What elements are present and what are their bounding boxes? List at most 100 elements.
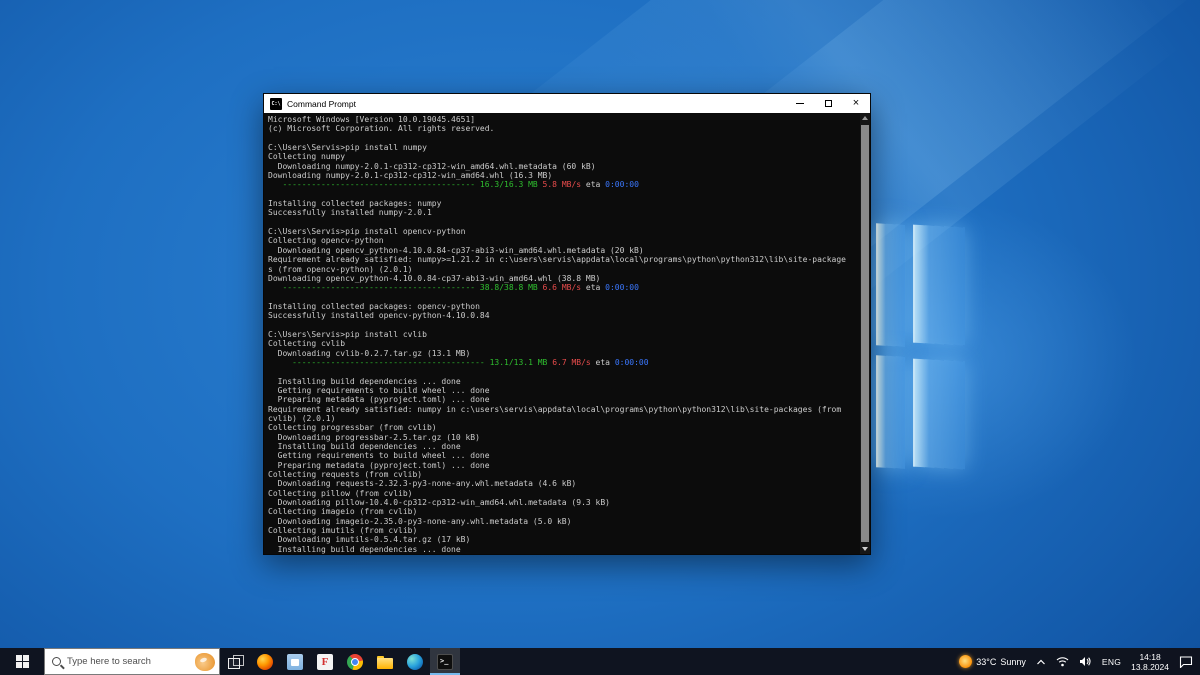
taskbar-search-box[interactable]: [44, 648, 220, 675]
console-line: Collecting requests (from cvlib): [268, 470, 423, 480]
console-line: Getting requirements to build wheel ... …: [268, 451, 490, 461]
weather-widget[interactable]: 33°C Sunny: [954, 648, 1031, 675]
taskbar-button-command-prompt[interactable]: [430, 648, 460, 675]
console-area[interactable]: Microsoft Windows [Version 10.0.19045.46…: [264, 113, 870, 554]
title-bar[interactable]: Command Prompt ×: [264, 94, 870, 113]
console-line: Requirement already satisfied: numpy>=1.…: [268, 255, 846, 265]
console-line: Downloading requests-2.32.3-py3-none-any…: [268, 479, 577, 489]
network-button[interactable]: [1051, 648, 1074, 675]
console-line: ----------------------------------------…: [292, 357, 649, 367]
console-line: Downloading opencv_python-4.10.0.84-cp37…: [268, 273, 601, 283]
sun-icon: [959, 655, 973, 668]
language-indicator[interactable]: ENG: [1097, 648, 1126, 675]
logo-pane: [876, 223, 905, 347]
console-line: Collecting pillow (from cvlib): [268, 488, 413, 498]
console-line: Collecting imutils (from cvlib): [268, 526, 418, 536]
clock-time: 14:18: [1139, 651, 1161, 662]
console-line: C:\Users\Servis>pip install cvlib: [268, 329, 427, 339]
console-line: C:\Users\Servis>pip install numpy: [268, 143, 427, 153]
windows-start-icon: [15, 655, 29, 668]
microsoft-store-icon: [287, 653, 303, 670]
console-scrollbar[interactable]: [860, 113, 870, 554]
task-view-icon: [227, 654, 244, 670]
weather-temp: 33°C: [976, 656, 997, 667]
taskbar-button-file-explorer[interactable]: [370, 648, 400, 675]
console-output: Microsoft Windows [Version 10.0.19045.46…: [268, 115, 858, 554]
file-explorer-icon: [377, 655, 393, 671]
start-button[interactable]: [0, 648, 44, 675]
console-line: Installing build dependencies ... done: [268, 442, 461, 452]
console-line: Installing collected packages: opencv-py…: [268, 301, 480, 311]
taskbar: 33°C Sunny: [0, 648, 1200, 675]
console-line: Preparing metadata (pyproject.toml) ... …: [268, 395, 490, 405]
clock-date: 13.8.2024: [1131, 661, 1169, 672]
command-prompt-icon: [437, 653, 453, 670]
console-line: Downloading imutils-0.5.4.tar.gz (17 kB): [268, 535, 471, 545]
taskbar-button-facebook[interactable]: [310, 648, 340, 675]
console-line: Collecting numpy: [268, 152, 346, 162]
console-line: Successfully installed numpy-2.0.1: [268, 208, 432, 218]
weather-condition: Sunny: [1000, 656, 1026, 667]
command-prompt-icon: [270, 97, 282, 110]
taskbar-button-microsoft-store[interactable]: [280, 648, 310, 675]
console-line: Collecting cvlib: [268, 339, 346, 349]
console-line: Downloading numpy-2.0.1-cp312-cp312-win_…: [268, 161, 596, 171]
chevron-up-icon: [1036, 659, 1045, 664]
logo-pane: [913, 224, 965, 346]
scroll-down-arrow-icon[interactable]: [860, 544, 870, 554]
taskbar-button-edge[interactable]: [400, 648, 430, 675]
search-icon: [52, 657, 61, 666]
maximize-icon: [824, 100, 832, 107]
console-line: C:\Users\Servis>pip install opencv-pytho…: [268, 227, 466, 237]
language-label: ENG: [1101, 656, 1122, 667]
taskbar-button-firefox[interactable]: [250, 648, 280, 675]
windows-logo-wallpaper: [876, 223, 968, 472]
show-hidden-icons-button[interactable]: [1031, 648, 1051, 675]
console-line: Downloading progressbar-2.5.tar.gz (10 k…: [268, 432, 480, 442]
window-title: Command Prompt: [287, 98, 356, 109]
console-line: Installing collected packages: numpy: [268, 199, 442, 209]
console-line: Downloading opencv_python-4.10.0.84-cp37…: [268, 245, 644, 255]
console-line: Downloading pillow-10.4.0-cp312-cp312-wi…: [268, 498, 610, 508]
speaker-icon: [1079, 657, 1091, 666]
maximize-button[interactable]: [814, 94, 842, 113]
console-line: Getting requirements to build wheel ... …: [268, 385, 490, 395]
console-line: s (from opencv-python) (2.0.1): [268, 264, 413, 274]
console-line: cvlib) (2.0.1): [268, 414, 336, 423]
minimize-button[interactable]: [786, 94, 814, 113]
edge-icon: [407, 653, 423, 670]
console-line: Collecting progressbar (from cvlib): [268, 423, 437, 433]
minimize-icon: [796, 103, 804, 104]
facebook-icon: [317, 653, 333, 670]
action-center-button[interactable]: [1174, 648, 1198, 675]
console-line: Installing build dependencies ... done: [268, 376, 461, 386]
taskbar-button-task-view[interactable]: [220, 648, 250, 675]
command-prompt-window: Command Prompt × Microsoft Windows [Vers…: [263, 93, 871, 555]
taskbar-button-chrome[interactable]: [340, 648, 370, 675]
volume-button[interactable]: [1074, 648, 1097, 675]
logo-pane: [913, 358, 965, 470]
console-line: Microsoft Windows [Version 10.0.19045.46…: [268, 115, 476, 124]
scroll-up-arrow-icon[interactable]: [860, 113, 870, 123]
desktop: Command Prompt × Microsoft Windows [Vers…: [0, 0, 1200, 675]
console-line: ----------------------------------------…: [282, 283, 639, 293]
firefox-icon: [257, 653, 273, 670]
clock[interactable]: 14:18 13.8.2024: [1126, 648, 1174, 675]
console-line: ----------------------------------------…: [282, 180, 639, 190]
taskbar-spacer: [460, 648, 954, 675]
console-line: Downloading numpy-2.0.1-cp312-cp312-win_…: [268, 171, 553, 181]
console-line: Requirement already satisfied: numpy in …: [268, 404, 842, 414]
close-button[interactable]: ×: [842, 94, 870, 113]
search-highlights-icon[interactable]: [195, 652, 215, 671]
console-line: Downloading cvlib-0.2.7.tar.gz (13.1 MB): [268, 348, 471, 358]
search-input[interactable]: [67, 656, 195, 667]
console-line: Preparing metadata (pyproject.toml) ... …: [268, 460, 490, 470]
close-icon: ×: [852, 97, 860, 109]
scrollbar-thumb[interactable]: [861, 125, 869, 542]
wifi-icon: [1056, 657, 1069, 667]
